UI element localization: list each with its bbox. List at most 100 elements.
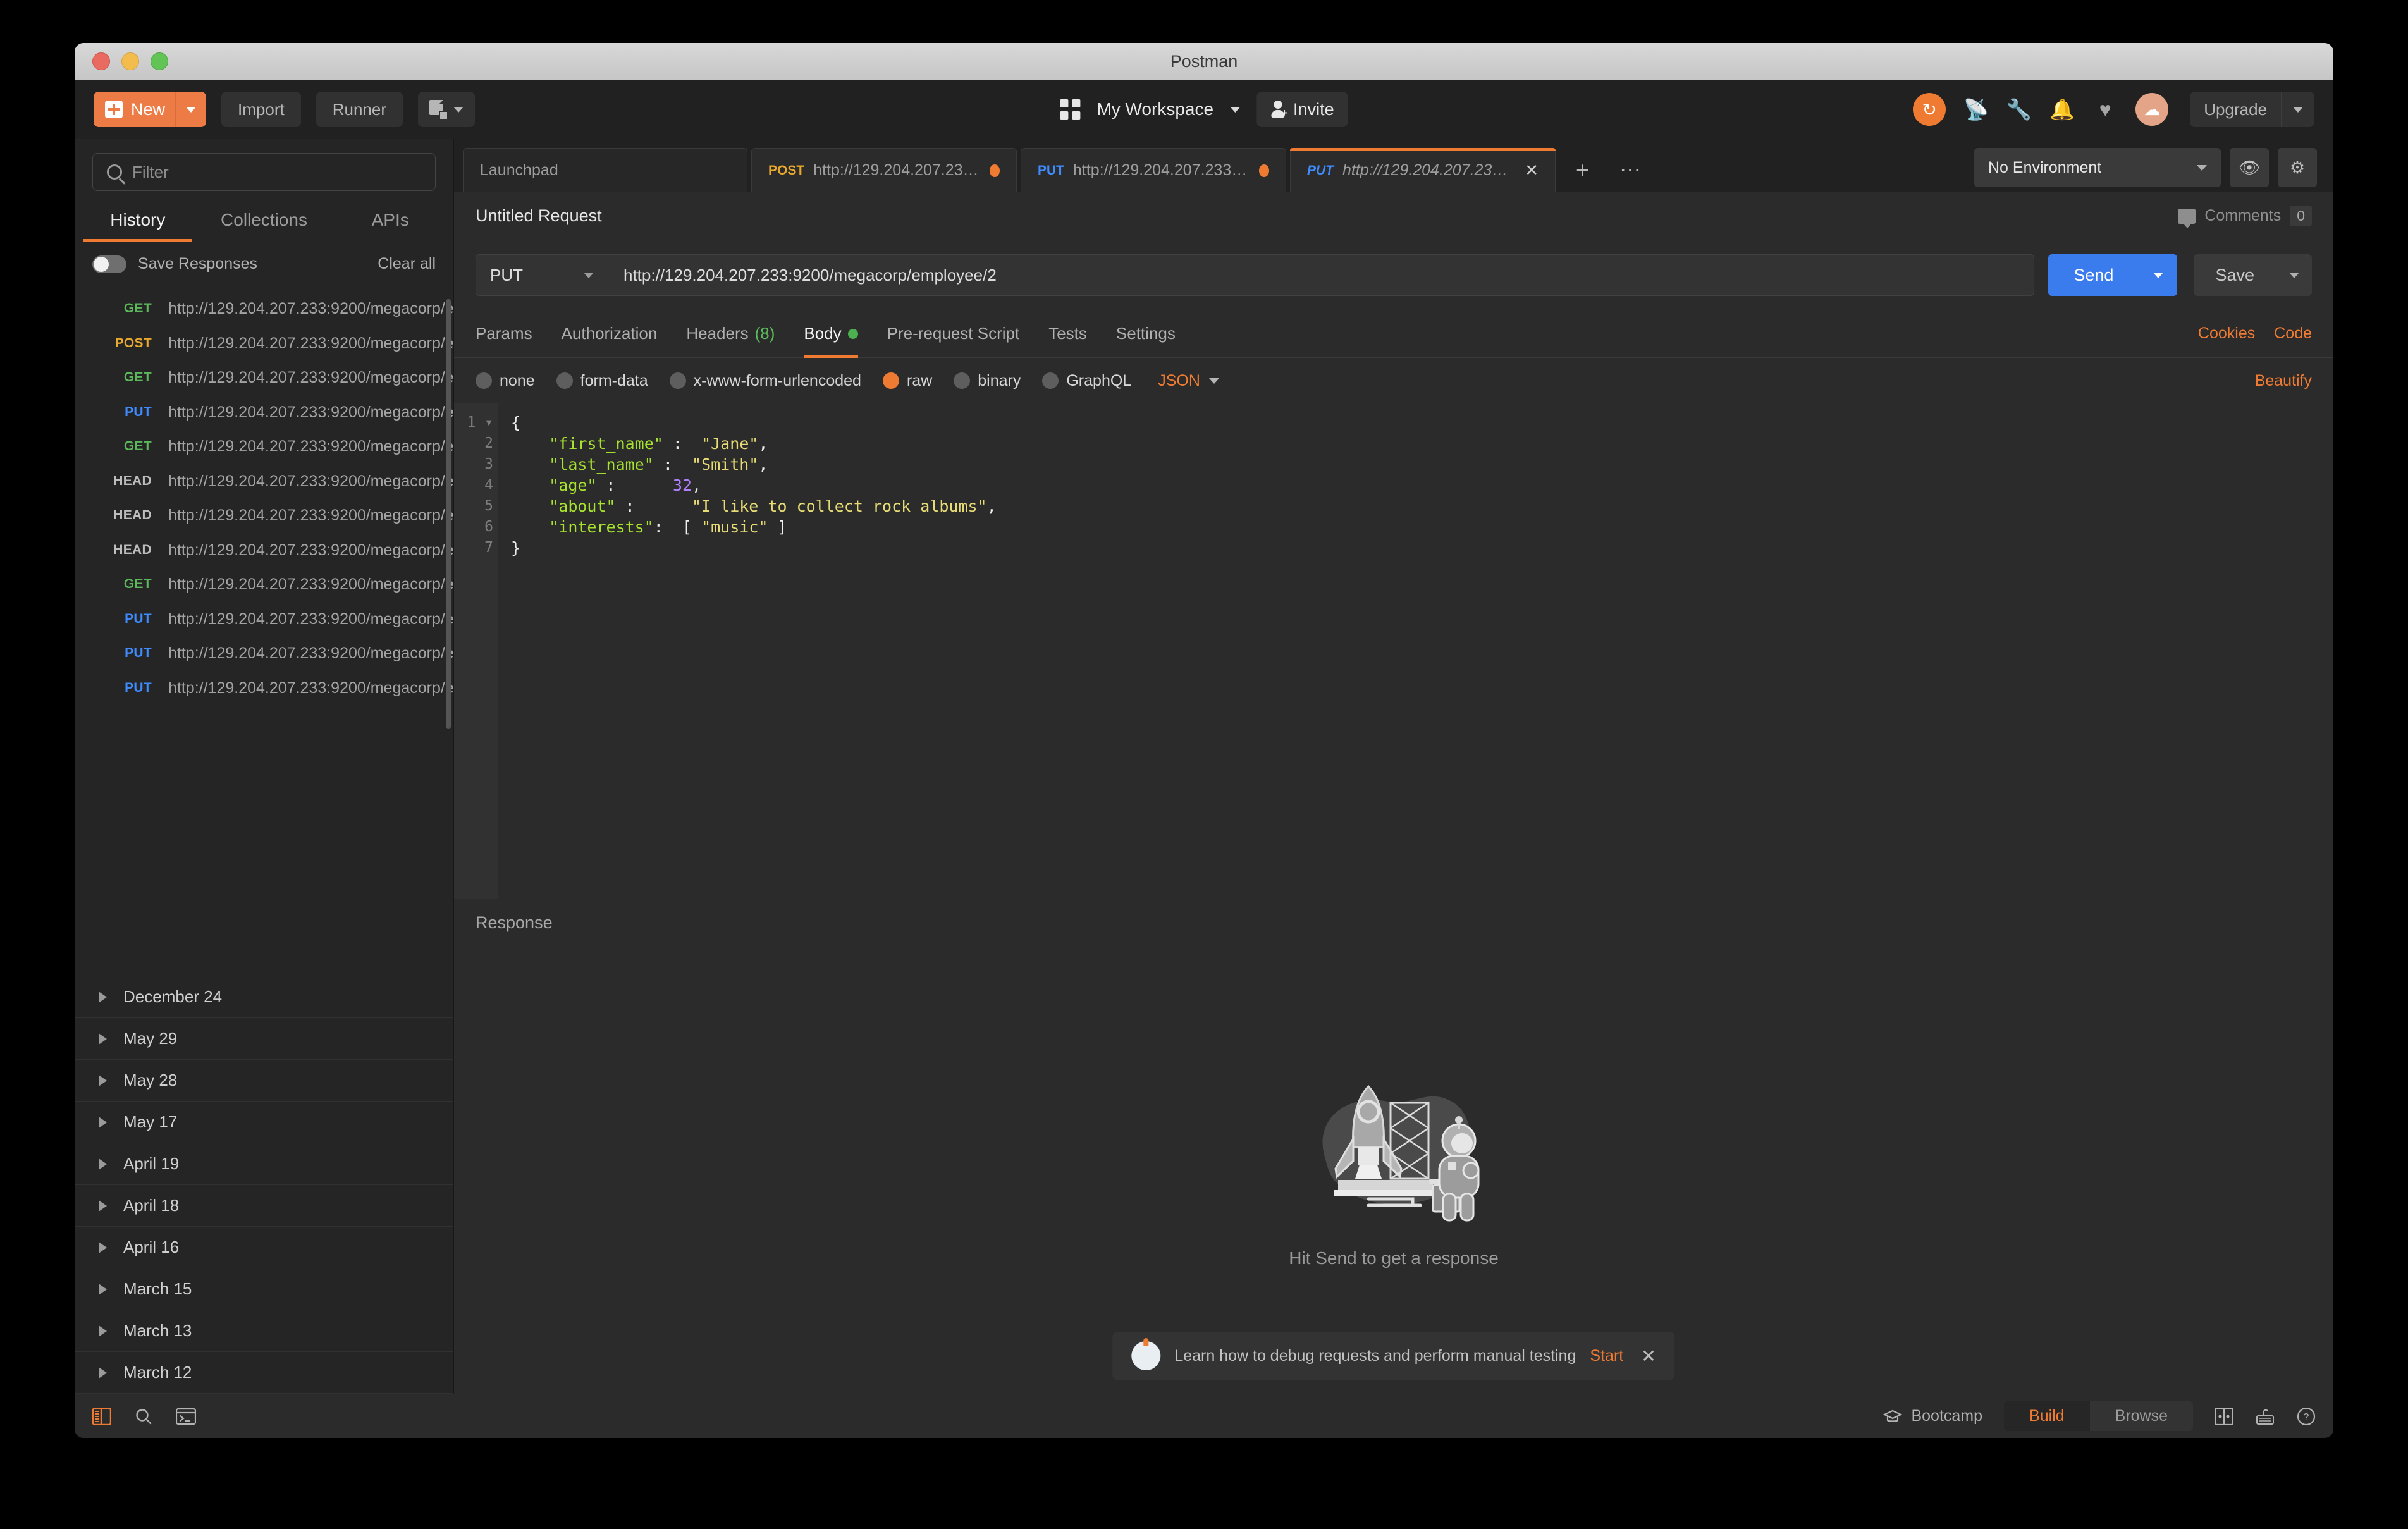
satellite-icon[interactable]: 📡: [1963, 97, 1989, 122]
tab-tests[interactable]: Tests: [1048, 310, 1087, 357]
eye-icon[interactable]: 👁: [2230, 148, 2269, 187]
body-type-raw[interactable]: raw: [882, 372, 932, 390]
toast-start-link[interactable]: Start: [1590, 1347, 1623, 1365]
close-icon[interactable]: ✕: [1641, 1346, 1656, 1366]
two-pane-layout-icon[interactable]: [2214, 1407, 2233, 1425]
status-bar-right: Bootcamp Build Browse ?: [1883, 1401, 2316, 1431]
close-icon[interactable]: ✕: [1525, 161, 1539, 180]
upgrade-button[interactable]: Upgrade: [2190, 92, 2314, 127]
history-item[interactable]: PUT http://129.204.207.233:9200/megacorp/…: [75, 395, 453, 430]
history-item[interactable]: GET http://129.204.207.233:9200/megacorp/…: [75, 429, 453, 464]
tab-pre-request-script[interactable]: Pre-request Script: [887, 310, 1020, 357]
runner-button[interactable]: Runner: [316, 92, 403, 127]
history-date-group[interactable]: December 24: [75, 976, 453, 1018]
code-link[interactable]: Code: [2274, 324, 2312, 343]
bell-icon[interactable]: 🔔: [2049, 97, 2075, 122]
body-type-binary[interactable]: binary: [954, 372, 1021, 390]
history-date-group[interactable]: April 16: [75, 1227, 453, 1268]
save-button[interactable]: Save: [2194, 254, 2276, 296]
upgrade-dropdown-button[interactable]: [2281, 92, 2314, 127]
wrench-icon[interactable]: 🔧: [2006, 97, 2032, 122]
tab-launchpad[interactable]: Launchpad: [463, 148, 747, 192]
invite-button[interactable]: + Invite: [1256, 92, 1348, 127]
sidebar-toggle-icon[interactable]: [92, 1407, 111, 1425]
history-date-group[interactable]: May 29: [75, 1018, 453, 1060]
body-type-urlencoded[interactable]: x-www-form-urlencoded: [669, 372, 861, 390]
send-button[interactable]: Send: [2048, 254, 2139, 296]
history-date-group-label: April 19: [123, 1154, 180, 1173]
cookies-link[interactable]: Cookies: [2198, 324, 2255, 343]
comments-button[interactable]: Comments 0: [2178, 206, 2312, 228]
save-responses-toggle[interactable]: [92, 255, 126, 273]
history-date-group[interactable]: March 15: [75, 1268, 453, 1310]
url-input[interactable]: http://129.204.207.233:9200/megacorp/emp…: [608, 254, 2035, 296]
grid-icon: [1060, 99, 1081, 120]
history-item[interactable]: GET http://129.204.207.233:9200/megacorp/…: [75, 360, 453, 395]
history-item[interactable]: PUT http://129.204.207.233:9200/megacorp/…: [75, 636, 453, 671]
history-item[interactable]: GET http://129.204.207.233:9200/megacorp/…: [75, 292, 453, 326]
environment-select[interactable]: No Environment: [1974, 148, 2221, 187]
history-date-group[interactable]: April 18: [75, 1185, 453, 1227]
sync-icon[interactable]: ↻: [1913, 93, 1946, 126]
toast-message: Learn how to debug requests and perform …: [1174, 1346, 1576, 1365]
save-dropdown-button[interactable]: [2276, 254, 2312, 296]
body-type-form-data[interactable]: form-data: [556, 372, 648, 390]
bootcamp-button[interactable]: Bootcamp: [1883, 1407, 1982, 1425]
build-tab[interactable]: Build: [2004, 1401, 2090, 1431]
history-item[interactable]: GET http://129.204.207.233:9200/megacorp/…: [75, 567, 453, 602]
history-item[interactable]: PUT http://129.204.207.233:9200/megacorp/…: [75, 602, 453, 637]
gear-icon[interactable]: ⚙: [2278, 148, 2317, 187]
history-date-group[interactable]: April 19: [75, 1143, 453, 1185]
keyboard-icon[interactable]: [2255, 1408, 2275, 1425]
body-type-none[interactable]: none: [476, 372, 535, 390]
history-item[interactable]: HEAD http://129.204.207.233:9200/megacorp…: [75, 498, 453, 533]
help-icon[interactable]: ?: [2297, 1407, 2316, 1426]
new-button[interactable]: New: [94, 92, 207, 127]
browse-tab[interactable]: Browse: [2090, 1401, 2193, 1431]
search-icon[interactable]: [134, 1408, 153, 1425]
history-date-group[interactable]: May 17: [75, 1102, 453, 1143]
clear-all-button[interactable]: Clear all: [378, 255, 436, 273]
console-icon[interactable]: [176, 1408, 196, 1425]
history-item-method: GET: [123, 370, 152, 385]
radio-selected-icon: [882, 372, 899, 389]
history-item-method: HEAD: [113, 542, 152, 557]
tab-request-1[interactable]: POST http://129.204.207.233:9200/...: [751, 148, 1017, 192]
sidebar-tab-apis[interactable]: APIs: [327, 201, 453, 242]
tab-authorization[interactable]: Authorization: [562, 310, 658, 357]
editor-line-number: 3: [484, 456, 493, 472]
history-date-group[interactable]: May 28: [75, 1060, 453, 1102]
tab-options-button[interactable]: ⋯: [1606, 148, 1656, 192]
add-tab-button[interactable]: +: [1559, 148, 1606, 192]
heart-icon[interactable]: ♥: [2092, 97, 2118, 122]
send-dropdown-button[interactable]: [2139, 254, 2178, 296]
method-select[interactable]: PUT: [476, 254, 608, 296]
tab-headers[interactable]: Headers (8): [686, 310, 775, 357]
history-date-group[interactable]: March 13: [75, 1310, 453, 1352]
body-editor[interactable]: 1 ▾ 2 3 4 5 6 7 { "first_name" : "Jane", "last…: [454, 403, 2333, 899]
top-toolbar: New Import Runner My Workspace + Invite: [75, 80, 2333, 139]
tab-settings[interactable]: Settings: [1116, 310, 1176, 357]
workspace-selector[interactable]: My Workspace + Invite: [1060, 92, 1348, 127]
history-item[interactable]: HEAD http://129.204.207.233:9200/megacorp…: [75, 464, 453, 499]
body-type-graphql[interactable]: GraphQL: [1042, 372, 1131, 390]
history-date-group[interactable]: March 12: [75, 1352, 453, 1394]
beautify-button[interactable]: Beautify: [2255, 372, 2312, 390]
raw-format-select[interactable]: JSON: [1158, 372, 1219, 390]
new-tab-shortcut-button[interactable]: [417, 92, 475, 127]
sidebar-tab-collections[interactable]: Collections: [201, 201, 328, 242]
history-item[interactable]: PUT http://129.204.207.233:9200/megacorp/…: [75, 671, 453, 706]
search-input[interactable]: Filter: [92, 153, 436, 191]
history-item[interactable]: POST http://129.204.207.233:9200/megacorp…: [75, 326, 453, 361]
tab-request-3[interactable]: PUT http://129.204.207.233:9200/... ✕: [1290, 148, 1556, 192]
tab-params[interactable]: Params: [476, 310, 532, 357]
sidebar-tab-history[interactable]: History: [75, 201, 201, 242]
cloud-avatar-icon[interactable]: ☁: [2135, 93, 2169, 126]
tab-request-2[interactable]: PUT http://129.204.207.233:9200/m...: [1021, 148, 1286, 192]
tab-body[interactable]: Body: [804, 310, 858, 358]
history-item[interactable]: HEAD http://129.204.207.233:9200/megacorp…: [75, 533, 453, 568]
new-dropdown-button[interactable]: [175, 92, 206, 127]
import-button[interactable]: Import: [221, 92, 301, 127]
request-tabbar: Launchpad POST http://129.204.207.233:92…: [454, 139, 2333, 192]
sidebar-scrollbar[interactable]: [446, 299, 451, 729]
